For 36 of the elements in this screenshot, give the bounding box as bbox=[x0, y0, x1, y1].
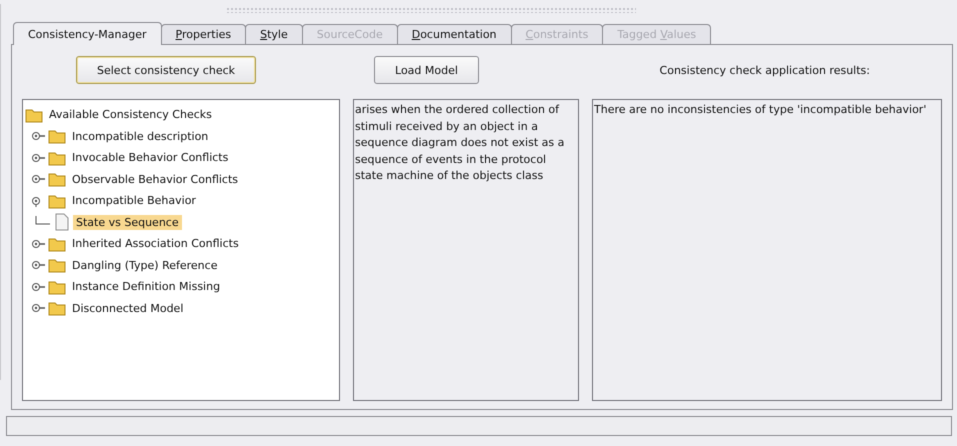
tree-item[interactable]: Instance Definition Missing bbox=[69, 279, 224, 294]
tree-item[interactable]: Disconnected Model bbox=[69, 300, 186, 316]
load-model-button[interactable]: Load Model bbox=[374, 56, 479, 84]
tree-item[interactable]: Incompatible description bbox=[69, 128, 212, 144]
expand-handle-icon[interactable] bbox=[31, 152, 45, 164]
expand-handle-icon[interactable] bbox=[31, 302, 45, 314]
tab[interactable]: Style bbox=[245, 24, 303, 44]
tree-item[interactable]: Dangling (Type) Reference bbox=[69, 258, 220, 273]
select-check-button[interactable]: Select consistency check bbox=[76, 56, 256, 84]
tree-item[interactable]: Inherited Association Conflicts bbox=[69, 236, 242, 252]
document-icon bbox=[54, 213, 70, 232]
tree-item[interactable]: Incompatible Behavior bbox=[69, 193, 199, 208]
folder-icon bbox=[48, 236, 66, 252]
tree-item[interactable]: Available Consistency Checks bbox=[46, 107, 215, 122]
expand-handle-icon[interactable] bbox=[31, 280, 45, 293]
tab[interactable]: Properties bbox=[160, 24, 246, 44]
folder-icon bbox=[48, 192, 66, 209]
folder-icon bbox=[48, 257, 66, 274]
folder-icon bbox=[48, 300, 66, 316]
folder-icon bbox=[25, 106, 43, 123]
tree-item[interactable]: State vs Sequence bbox=[73, 214, 182, 230]
folder-icon bbox=[48, 278, 66, 295]
expand-handle-icon[interactable] bbox=[31, 259, 45, 272]
tree-item[interactable]: Observable Behavior Conflicts bbox=[69, 172, 242, 187]
tab[interactable]: Consistency-Manager bbox=[13, 22, 162, 45]
folder-icon bbox=[48, 171, 66, 188]
expand-handle-icon[interactable] bbox=[31, 238, 45, 250]
results-text: There are no inconsistencies of type 'incompatible behavior' bbox=[592, 99, 942, 401]
tab[interactable]: Documentation bbox=[396, 24, 512, 44]
expand-handle-icon[interactable] bbox=[31, 173, 45, 186]
tree-item[interactable]: Invocable Behavior Conflicts bbox=[69, 150, 232, 166]
folder-icon bbox=[48, 150, 66, 166]
expand-handle-icon[interactable] bbox=[31, 130, 45, 142]
description-text: arises when the ordered collection of stimuli received by an object in a sequence diagram does not exist as a sequence of events in the protocol state machine of the objects class bbox=[353, 99, 579, 401]
folder-icon bbox=[48, 128, 66, 144]
results-label: Consistency check application results: bbox=[660, 64, 870, 76]
